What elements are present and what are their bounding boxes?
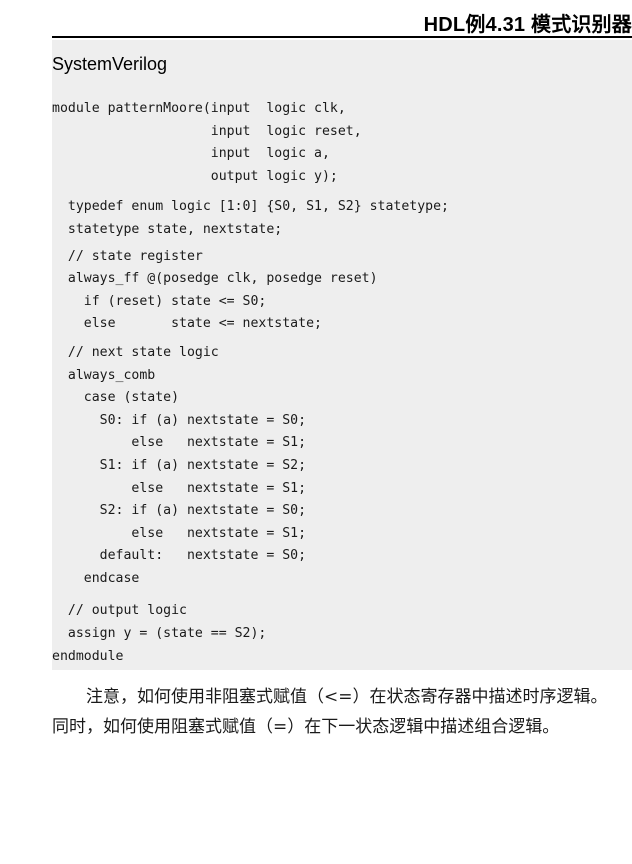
code-line: // state register (52, 248, 203, 264)
code-line: else nextstate = S1; (52, 525, 307, 541)
code-line: endmodule (52, 648, 124, 664)
code-line: input logic reset, (52, 123, 362, 139)
code-line: always_ff @(posedge clk, posedge reset) (52, 271, 378, 287)
code-line: endcase (52, 570, 140, 586)
code-line: input logic a, (52, 146, 330, 162)
header-rule (52, 36, 632, 38)
code-line: if (reset) state <= S0; (52, 293, 267, 309)
code-line: S2: if (a) nextstate = S0; (52, 503, 307, 519)
language-label: SystemVerilog (52, 54, 168, 74)
code-line: S1: if (a) nextstate = S2; (52, 457, 307, 473)
code-line: else state <= nextstate; (52, 316, 322, 332)
code-line: always_comb (52, 367, 156, 383)
code-listing: module patternMoore(input logic clk, inp… (52, 98, 449, 668)
code-line: module patternMoore(input logic clk, (52, 101, 346, 116)
code-line: else nextstate = S1; (52, 480, 307, 496)
code-line: case (state) (52, 390, 180, 406)
code-line: statetype state, nextstate; (52, 221, 283, 237)
code-line: else nextstate = S1; (52, 435, 307, 451)
code-line: assign y = (state == S2); (52, 626, 267, 642)
code-line: output logic y); (52, 168, 338, 184)
page-header: HDL例4.31 模式识别器 (0, 6, 632, 36)
example-title: HDL例4.31 模式识别器 (423, 14, 632, 36)
code-line: // output logic (52, 603, 187, 619)
code-line: S0: if (a) nextstate = S0; (52, 412, 307, 428)
code-line: default: nextstate = S0; (52, 548, 307, 564)
note-paragraph: 注意，如何使用非阻塞式赋值（<=）在状态寄存器中描述时序逻辑。同时，如何使用阻塞… (52, 687, 608, 737)
code-line: typedef enum logic [1:0] {S0, S1, S2} st… (52, 199, 449, 215)
code-line: // next state logic (52, 344, 219, 360)
